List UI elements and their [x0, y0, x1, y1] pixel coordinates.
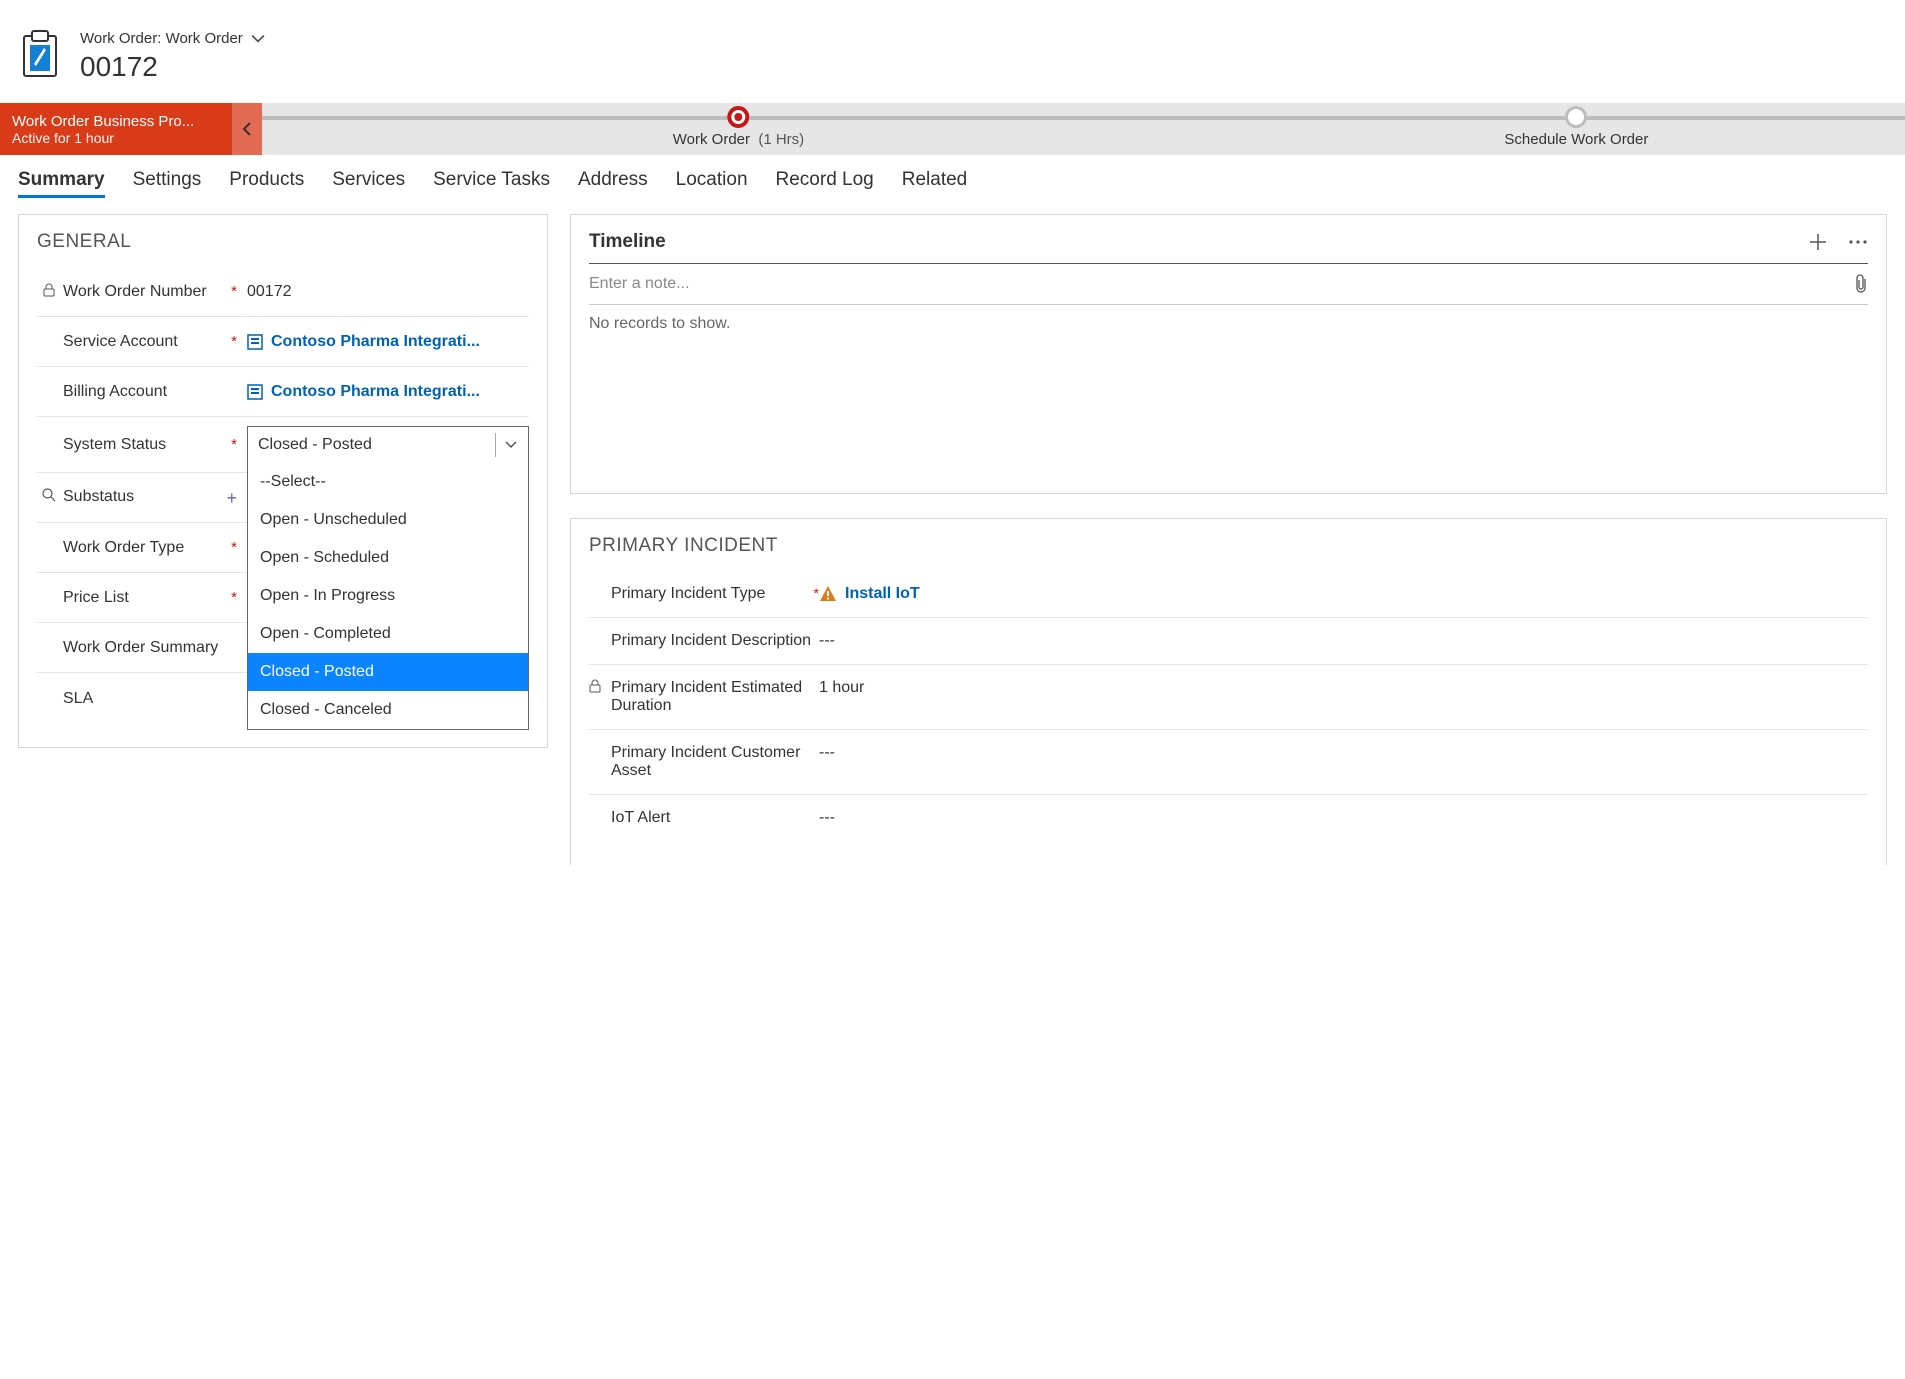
add-icon[interactable]	[1808, 232, 1828, 252]
tab-location[interactable]: Location	[676, 169, 748, 198]
bp-banner[interactable]: Work Order Business Pro... Active for 1 …	[0, 103, 232, 155]
breadcrumb[interactable]: Work Order: Work Order	[80, 30, 243, 47]
bp-banner-title: Work Order Business Pro...	[12, 113, 220, 130]
field-primary-incident-asset[interactable]: Primary Incident Customer Asset ---	[589, 730, 1868, 795]
status-option-selected[interactable]: Closed - Posted	[248, 653, 528, 691]
lock-icon	[43, 283, 55, 297]
status-option[interactable]: --Select--	[248, 463, 528, 501]
more-icon[interactable]	[1848, 239, 1868, 245]
timeline-title: Timeline	[589, 231, 666, 253]
field-primary-incident-desc[interactable]: Primary Incident Description ---	[589, 618, 1868, 665]
timeline-empty: No records to show.	[589, 305, 1868, 343]
system-status-options: --Select-- Open - Unscheduled Open - Sch…	[247, 463, 529, 730]
tab-service-tasks[interactable]: Service Tasks	[433, 169, 550, 198]
field-billing-account[interactable]: Billing Account Contoso Pharma Integrati…	[37, 367, 529, 417]
tab-settings[interactable]: Settings	[133, 169, 202, 198]
bp-stage-schedule[interactable]: Schedule Work Order	[1504, 103, 1648, 148]
tab-summary[interactable]: Summary	[18, 169, 105, 198]
section-general: GENERAL Work Order Number * 00172 Servic…	[18, 214, 548, 748]
field-service-account[interactable]: Service Account * Contoso Pharma Integra…	[37, 317, 529, 367]
status-option[interactable]: Open - Completed	[248, 615, 528, 653]
bp-stage-work-order[interactable]: Work Order (1 Hrs)	[673, 103, 804, 148]
record-title: 00172	[80, 51, 265, 83]
bp-banner-subtitle: Active for 1 hour	[12, 130, 220, 146]
tabs-bar: Summary Settings Products Services Servi…	[0, 155, 1905, 210]
lock-icon	[589, 679, 601, 693]
warning-icon	[819, 585, 837, 603]
status-option[interactable]: Open - Scheduled	[248, 539, 528, 577]
status-option[interactable]: Open - In Progress	[248, 577, 528, 615]
tab-services[interactable]: Services	[332, 169, 405, 198]
chevron-left-icon	[241, 121, 253, 137]
chevron-down-icon	[504, 440, 518, 450]
status-option[interactable]: Closed - Canceled	[248, 691, 528, 729]
tab-products[interactable]: Products	[229, 169, 304, 198]
section-primary-incident: PRIMARY INCIDENT Primary Incident Type *…	[570, 518, 1887, 865]
record-header: Work Order: Work Order 00172	[0, 0, 1905, 103]
status-option[interactable]: Open - Unscheduled	[248, 501, 528, 539]
section-title-general: GENERAL	[37, 231, 529, 253]
section-title-primary-incident: PRIMARY INCIDENT	[589, 535, 1868, 557]
field-system-status[interactable]: System Status * Closed - Posted --Select…	[37, 417, 529, 473]
business-process-bar: Work Order Business Pro... Active for 1 …	[0, 103, 1905, 155]
system-status-select[interactable]: Closed - Posted	[247, 426, 529, 464]
bp-stage-indicator	[1565, 106, 1587, 128]
clipboard-icon	[20, 30, 60, 78]
tab-related[interactable]: Related	[902, 169, 968, 198]
field-primary-incident-type[interactable]: Primary Incident Type * Install IoT	[589, 571, 1868, 618]
section-timeline: Timeline Enter a note... No records to s…	[570, 214, 1887, 494]
timeline-note-input[interactable]: Enter a note...	[589, 263, 1868, 305]
search-icon	[42, 488, 56, 502]
bp-stage-active-indicator	[727, 106, 749, 128]
account-icon	[247, 334, 263, 350]
field-work-order-number[interactable]: Work Order Number * 00172	[37, 267, 529, 317]
tab-address[interactable]: Address	[578, 169, 648, 198]
tab-record-log[interactable]: Record Log	[776, 169, 874, 198]
account-icon	[247, 384, 263, 400]
paperclip-icon[interactable]	[1854, 274, 1868, 294]
field-primary-incident-duration[interactable]: Primary Incident Estimated Duration 1 ho…	[589, 665, 1868, 730]
chevron-down-icon[interactable]	[251, 32, 265, 46]
field-iot-alert[interactable]: IoT Alert ---	[589, 795, 1868, 841]
bp-collapse-button[interactable]	[232, 103, 262, 155]
